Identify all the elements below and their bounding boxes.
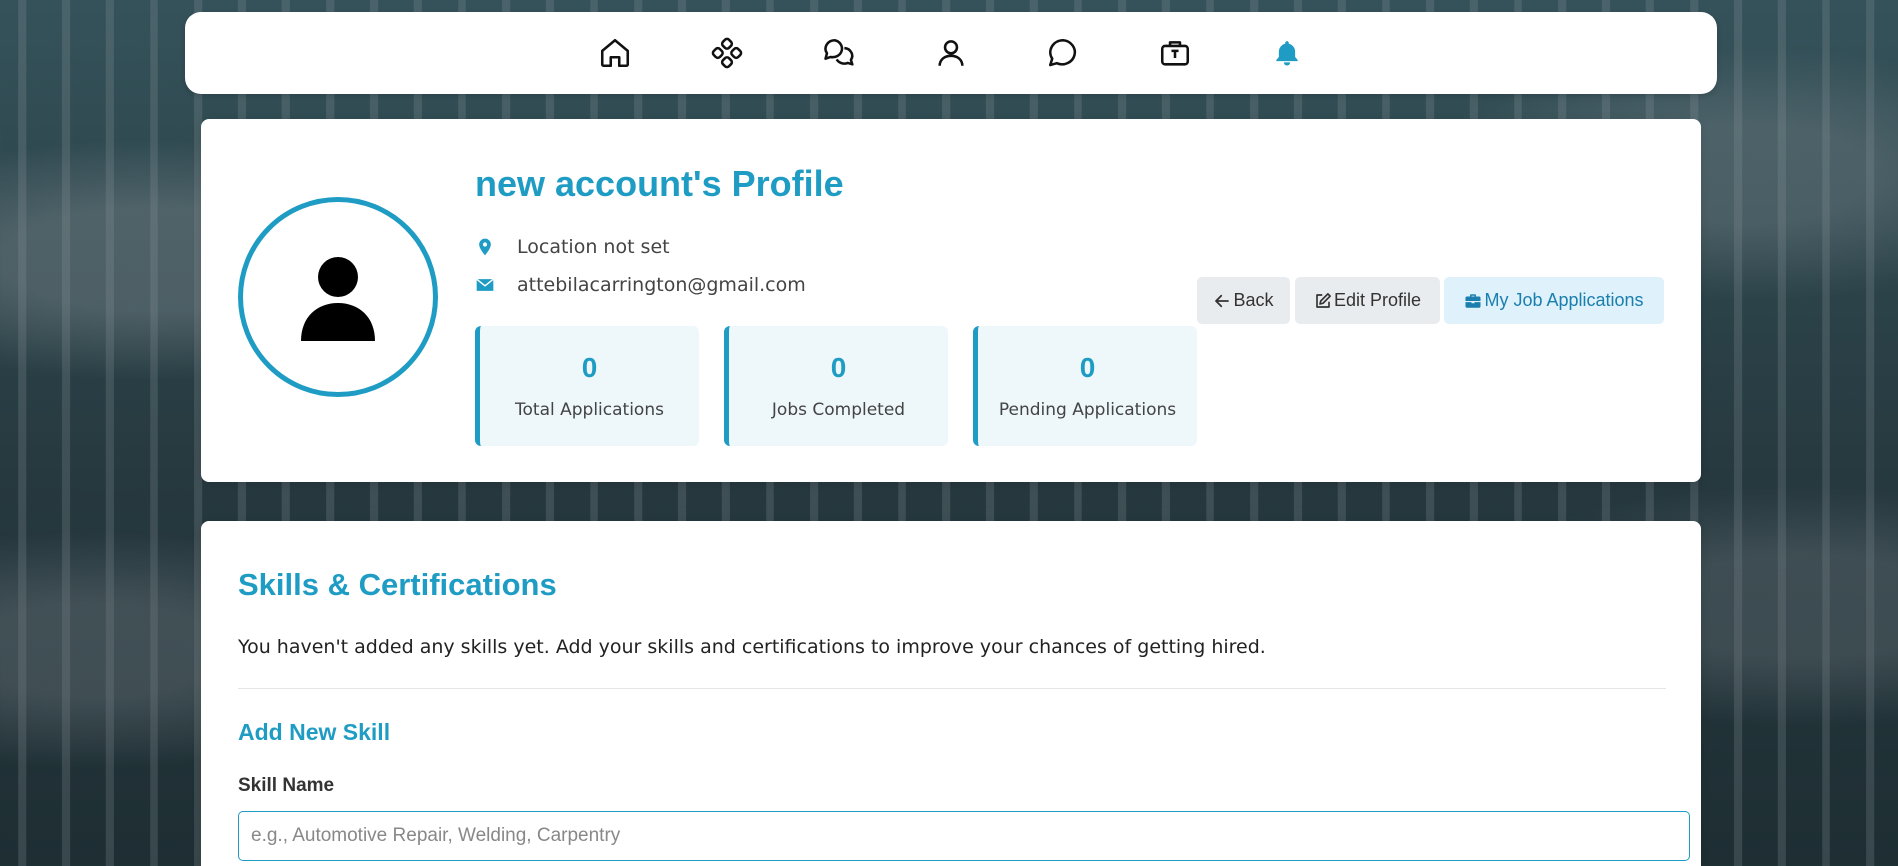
skills-title: Skills & Certifications: [238, 567, 557, 602]
profile-card: new account's Profile Location not set a…: [201, 119, 1701, 482]
profile-icon: [938, 40, 964, 66]
bell-icon: [1276, 41, 1298, 66]
stat-label: Jobs Completed: [771, 400, 906, 420]
stat-pending-applications: 0 Pending Applications: [973, 326, 1197, 446]
briefcase-icon: [1465, 293, 1481, 308]
home-nav-button[interactable]: [559, 12, 671, 94]
skills-empty-message: You haven't added any skills yet. Add yo…: [238, 636, 1266, 658]
skill-name-input[interactable]: [238, 811, 1690, 861]
add-skill-title: Add New Skill: [238, 719, 391, 745]
profile-nav-button[interactable]: [895, 12, 1007, 94]
edit-icon: [1316, 292, 1331, 308]
divider: [238, 688, 1666, 689]
map-pin-icon: [479, 238, 491, 256]
messages-icon: [824, 38, 854, 66]
chat-icon: [1048, 38, 1077, 67]
avatar: [238, 197, 438, 397]
back-button-label: Back: [1233, 290, 1274, 310]
email-text: attebilacarrington@gmail.com: [517, 274, 806, 296]
jobs-nav-button[interactable]: [1119, 12, 1231, 94]
stat-label: Pending Applications: [998, 400, 1177, 420]
top-navigation: [185, 12, 1717, 94]
stat-jobs-completed: 0 Jobs Completed: [724, 326, 948, 446]
stat-label: Total Applications: [515, 400, 664, 420]
envelope-icon: [476, 278, 494, 291]
skill-name-label: Skill Name: [238, 775, 335, 796]
apps-nav-button[interactable]: [671, 12, 783, 94]
stat-value: 0: [830, 352, 847, 383]
profile-title: new account's Profile: [475, 163, 844, 204]
apps-icon: [711, 37, 743, 69]
messages-nav-button[interactable]: [783, 12, 895, 94]
edit-profile-button[interactable]: Edit Profile: [1295, 277, 1440, 324]
back-button[interactable]: Back: [1197, 277, 1290, 324]
stat-total-applications: 0 Total Applications: [475, 326, 699, 446]
stat-value: 0: [1079, 352, 1096, 383]
my-job-applications-button-label: My Job Applications: [1484, 290, 1644, 310]
home-icon: [600, 38, 630, 68]
location-row: Location not set: [475, 236, 670, 258]
my-job-applications-button[interactable]: My Job Applications: [1444, 277, 1664, 324]
user-silhouette-icon: [301, 257, 375, 341]
arrow-left-icon: [1215, 294, 1230, 307]
jobs-icon: [1160, 41, 1190, 66]
notifications-nav-button[interactable]: [1231, 12, 1343, 94]
edit-profile-button-label: Edit Profile: [1333, 290, 1422, 310]
skills-card: Skills & Certifications You haven't adde…: [201, 521, 1701, 866]
location-text: Location not set: [517, 236, 670, 258]
stat-value: 0: [581, 352, 598, 383]
email-row: attebilacarrington@gmail.com: [475, 274, 806, 296]
chat-nav-button[interactable]: [1007, 12, 1119, 94]
